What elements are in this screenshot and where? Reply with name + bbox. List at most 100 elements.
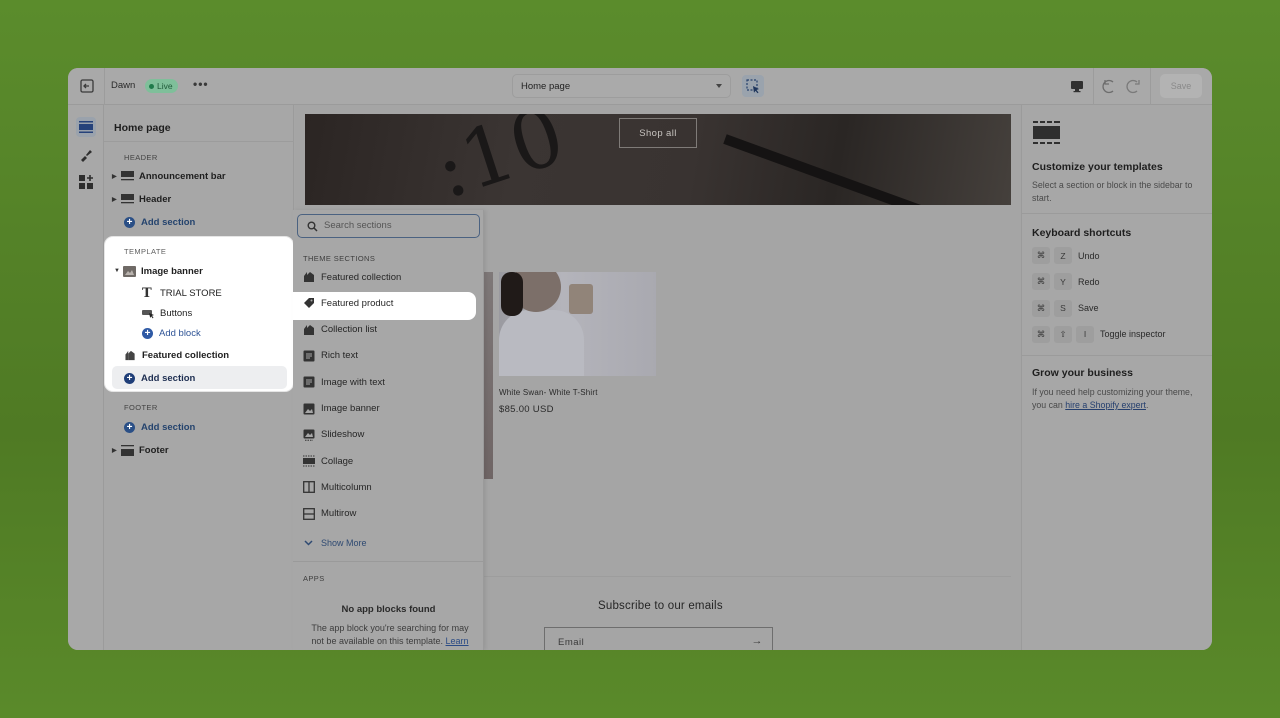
section-image-banner[interactable]: ▼ Image banner: [114, 261, 203, 281]
picker-item-collection-list[interactable]: Collection list: [303, 321, 377, 339]
banner-image: :10: [423, 114, 575, 205]
expand-arrow-icon[interactable]: ▶: [112, 173, 121, 180]
key-cap: ⌘: [1032, 325, 1050, 343]
divider: [1022, 355, 1212, 356]
expand-arrow-icon[interactable]: ▶: [112, 447, 121, 454]
desktop-view-icon[interactable]: [1069, 78, 1085, 94]
page-selector[interactable]: Home page: [512, 74, 731, 98]
group-label-header: HEADER: [124, 153, 158, 162]
apps-tab[interactable]: [76, 172, 96, 192]
collapse-arrow-icon[interactable]: ▼: [114, 268, 123, 274]
key-cap: I: [1076, 325, 1094, 343]
picker-item-image-with-text[interactable]: Image with text: [303, 373, 385, 391]
email-input[interactable]: Email →: [544, 627, 773, 650]
product-image[interactable]: [499, 272, 656, 376]
product-title[interactable]: White Swan- White T-Shirt: [499, 388, 598, 397]
add-section-picker: Search sections THEME SECTIONS Featured …: [293, 210, 484, 650]
picker-item-label: Rich text: [321, 350, 358, 362]
picker-item-multicolumn[interactable]: Multicolumn: [303, 478, 372, 496]
learn-more-link[interactable]: Learn: [446, 636, 469, 646]
key-cap: ⇧: [1054, 325, 1072, 343]
no-app-blocks-title: No app blocks found: [341, 604, 436, 615]
section-header[interactable]: ▶ Header: [112, 189, 171, 209]
add-section-label: Add section: [141, 421, 196, 433]
slideshow-icon: [303, 429, 315, 441]
shortcut-label: Undo: [1078, 250, 1100, 261]
save-button[interactable]: Save: [1160, 74, 1202, 98]
shortcut-label: Redo: [1078, 276, 1100, 287]
show-more-button[interactable]: Show More: [304, 538, 367, 548]
divider: [1093, 68, 1094, 105]
inspector-toggle-button[interactable]: [742, 75, 764, 97]
group-label-template: TEMPLATE: [124, 247, 167, 256]
picker-item-featured-product[interactable]: Featured product: [303, 294, 393, 312]
add-block-button[interactable]: + Add block: [142, 323, 201, 343]
theme-settings-tab[interactable]: [76, 145, 96, 165]
add-section-template-button[interactable]: + Add section: [124, 368, 195, 388]
product-price: $85.00 USD: [499, 404, 554, 415]
image-shape: [499, 310, 584, 376]
plus-circle-icon: +: [124, 421, 135, 433]
picker-item-label: Slideshow: [321, 429, 365, 441]
collage-icon: [303, 455, 315, 467]
redo-icon[interactable]: [1125, 77, 1143, 95]
collection-icon: [304, 272, 314, 282]
picker-item-featured-collection[interactable]: Featured collection: [303, 268, 401, 286]
section-featured-collection[interactable]: Featured collection: [124, 345, 229, 365]
block-buttons[interactable]: Buttons: [142, 303, 192, 323]
divider: [104, 68, 105, 105]
email-placeholder: Email: [558, 637, 585, 648]
shop-all-button[interactable]: Shop all: [619, 118, 697, 148]
apps-icon: [79, 175, 93, 189]
arrow-right-icon[interactable]: →: [752, 635, 764, 647]
page-selector-value: Home page: [521, 81, 571, 92]
add-section-label: Add section: [141, 372, 196, 384]
image-thumbnail-icon: [123, 265, 136, 277]
newsletter-title: Subscribe to our emails: [598, 600, 723, 612]
divider: [104, 141, 294, 142]
divider: [1022, 213, 1212, 214]
picker-item-image-banner[interactable]: Image banner: [303, 400, 380, 418]
collection-icon: [125, 350, 135, 360]
picker-item-slideshow[interactable]: Slideshow: [303, 426, 364, 444]
no-app-blocks-description: The app block you're searching for may n…: [305, 622, 475, 648]
key-cap: S: [1054, 299, 1072, 317]
inspector-icon: [746, 79, 759, 94]
search-sections-input[interactable]: Search sections: [297, 214, 480, 238]
text-block-icon: [303, 350, 315, 362]
plus-circle-icon: +: [124, 216, 135, 228]
group-label-footer: FOOTER: [124, 403, 158, 412]
section-label: Image banner: [141, 265, 203, 277]
picker-item-label: Featured collection: [321, 271, 402, 283]
picker-item-rich-text[interactable]: Rich text: [303, 347, 358, 365]
sidebar-title: Home page: [114, 122, 171, 134]
key-cap: Y: [1054, 273, 1072, 291]
section-announcement-bar[interactable]: ▶ Announcement bar: [112, 166, 226, 186]
plus-circle-icon: +: [142, 327, 153, 339]
theme-name: Dawn: [111, 80, 136, 91]
expand-arrow-icon[interactable]: ▶: [112, 196, 121, 203]
more-actions-button[interactable]: •••: [193, 77, 209, 91]
image-banner-preview[interactable]: :10 Shop all: [305, 114, 1011, 205]
block-trial-store[interactable]: T TRIAL STORE: [142, 283, 222, 303]
status-dot: [149, 83, 154, 89]
sections-tab[interactable]: [76, 117, 96, 137]
exit-icon[interactable]: [78, 77, 96, 95]
add-section-footer-button[interactable]: + Add section: [124, 417, 195, 437]
customize-description: Select a section or block in the sidebar…: [1032, 180, 1193, 203]
multirow-icon: [303, 507, 315, 520]
picker-item-multirow[interactable]: Multirow: [303, 505, 356, 523]
undo-icon[interactable]: [1101, 77, 1119, 95]
hire-expert-link[interactable]: hire a Shopify expert: [1065, 400, 1146, 410]
image-shape: [569, 284, 593, 314]
picker-item-collage[interactable]: Collage: [303, 452, 353, 470]
divider: [1150, 68, 1151, 105]
grow-description: If you need help customizing your theme,…: [1032, 386, 1202, 412]
show-more-label: Show More: [321, 538, 367, 548]
section-icon: [121, 170, 134, 180]
section-footer[interactable]: ▶ Footer: [112, 440, 169, 460]
block-label: TRIAL STORE: [160, 287, 222, 299]
add-section-header-button[interactable]: + Add section: [124, 212, 195, 232]
picker-item-label: Collection list: [321, 324, 377, 336]
section-label: Featured collection: [142, 349, 230, 361]
